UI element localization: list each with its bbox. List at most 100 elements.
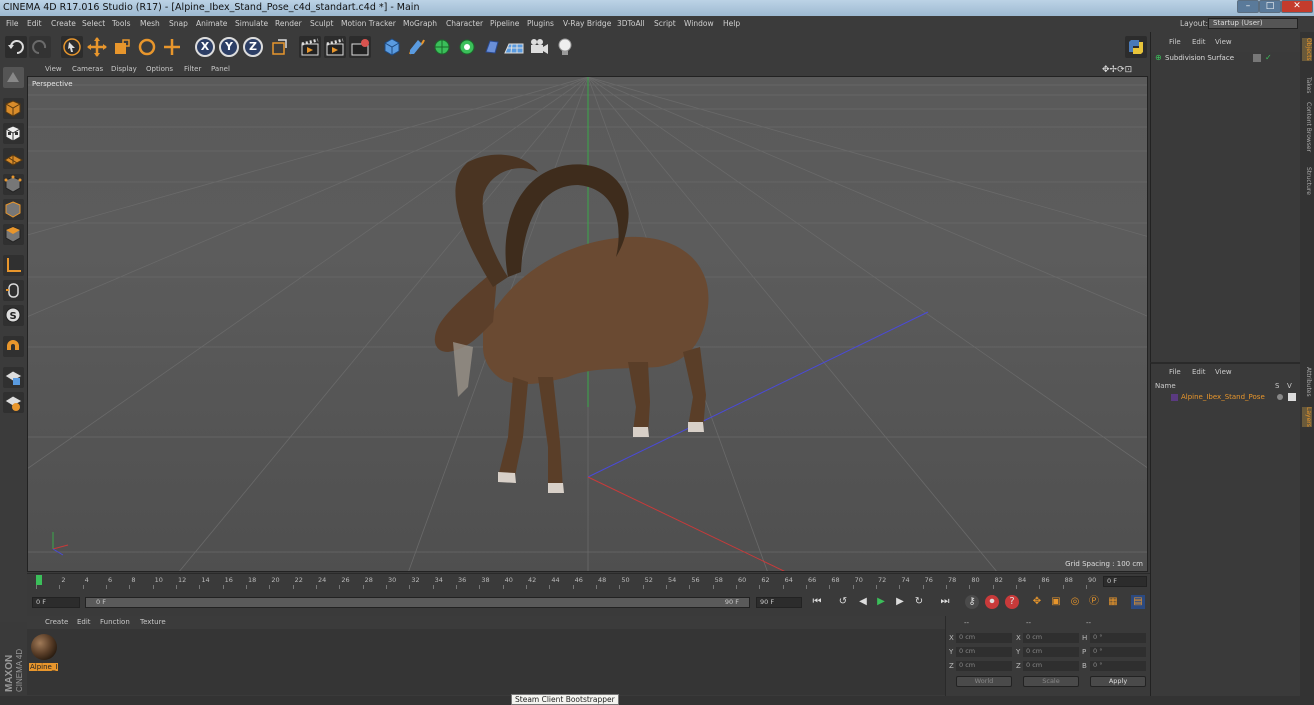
material-menu-edit[interactable]: Edit [77,618,91,626]
layer-row[interactable]: Alpine_Ibex_Stand_Pose [1151,392,1301,403]
polygons-mode-button[interactable] [3,224,24,245]
minimize-button[interactable]: – [1237,0,1259,13]
menu-pipeline[interactable]: Pipeline [490,19,519,28]
object-enabled-check-icon[interactable]: ✓ [1265,53,1272,62]
tweak-mode-button[interactable] [3,280,24,301]
transform-tool-button[interactable] [161,36,183,58]
workplane-mode-button[interactable] [3,148,24,169]
rotation-b-field[interactable]: 0 ° [1090,661,1146,671]
size-x-field[interactable]: 0 cm [1023,633,1079,643]
keyframe-selection-button[interactable]: ⚷ [965,595,979,609]
camera-button[interactable] [528,36,550,58]
redo-button[interactable] [29,36,51,58]
light-button[interactable] [554,36,576,58]
layer-menu-file[interactable]: File [1169,368,1181,376]
menu-script[interactable]: Script [654,19,676,28]
viewport-menu-panel[interactable]: Panel [211,65,230,73]
position-z-field[interactable]: 0 cm [956,661,1012,671]
next-frame-button[interactable]: ▶ [893,595,907,609]
side-tab-attributes[interactable]: Attributes [1302,367,1312,397]
next-key-button[interactable]: ↻ [912,595,926,609]
menu-mesh[interactable]: Mesh [140,19,160,28]
menu-create[interactable]: Create [51,19,76,28]
menu-snap[interactable]: Snap [169,19,188,28]
render-settings-button[interactable] [349,36,371,58]
position-x-field[interactable]: 0 cm [956,633,1012,643]
coordinate-space-select[interactable]: World [956,676,1012,687]
move-tool-button[interactable] [86,36,108,58]
object-visibility-icon[interactable] [1253,54,1261,62]
layer-visible-icon[interactable] [1288,393,1296,401]
size-z-field[interactable]: 0 cm [1023,661,1079,671]
layer-solo-icon[interactable] [1277,394,1283,400]
layer-menu-edit[interactable]: Edit [1192,368,1206,376]
axis-x-lock[interactable]: X [195,37,215,57]
side-tab-content-browser[interactable]: Content Browser [1302,102,1312,152]
menu-3dtoall[interactable]: 3DToAll [617,19,645,28]
workplane-settings-button[interactable] [3,392,24,413]
object-menu-view[interactable]: View [1215,38,1232,46]
viewport-perspective[interactable]: Perspective Grid Spacing : 100 cm [27,76,1148,572]
menu-vray-bridge[interactable]: V-Ray Bridge [563,19,611,28]
key-position-button[interactable]: ✥ [1030,595,1044,609]
menu-mograph[interactable]: MoGraph [403,19,437,28]
viewport-menu-display[interactable]: Display [111,65,137,73]
axis-mode-button[interactable] [3,255,24,276]
texture-mode-button[interactable] [3,123,24,144]
maximize-button[interactable]: □ [1259,0,1281,13]
object-menu-file[interactable]: File [1169,38,1181,46]
previous-frame-button[interactable]: ◀ [856,595,870,609]
rotate-tool-button[interactable] [136,36,158,58]
subdivision-surface-button[interactable] [431,36,453,58]
array-button[interactable] [456,36,478,58]
menu-render[interactable]: Render [275,19,302,28]
side-tab-structure[interactable]: Structure [1302,167,1312,195]
soft-selection-button[interactable] [3,336,24,357]
side-tab-objects[interactable]: Objects [1302,38,1312,61]
lock-workplane-button[interactable] [3,367,24,388]
python-button[interactable] [1125,36,1147,58]
make-editable-button[interactable] [3,67,24,88]
deformer-button[interactable] [481,36,503,58]
menu-tools[interactable]: Tools [112,19,130,28]
render-picture-viewer-button[interactable] [324,36,346,58]
menu-sculpt[interactable]: Sculpt [310,19,333,28]
timeline-window-button[interactable]: ▤ [1131,595,1145,609]
axis-z-lock[interactable]: Z [243,37,263,57]
undo-button[interactable] [5,36,27,58]
scale-tool-button[interactable] [111,36,133,58]
menu-window[interactable]: Window [684,19,714,28]
floor-button[interactable] [503,36,525,58]
viewport-menu-options[interactable]: Options [146,65,173,73]
live-selection-button[interactable] [61,36,83,58]
autokey-button[interactable]: ? [1005,595,1019,609]
viewport-menu-filter[interactable]: Filter [184,65,201,73]
points-mode-button[interactable] [3,174,24,195]
size-mode-select[interactable]: Scale [1023,676,1079,687]
rotation-h-field[interactable]: 0 ° [1090,633,1146,643]
spline-pen-button[interactable] [406,36,428,58]
cube-object-button[interactable] [381,36,403,58]
coordinate-system-button[interactable] [268,36,290,58]
menu-help[interactable]: Help [723,19,740,28]
viewport-nav-icons[interactable]: ✥✢⟳⊡ [1102,65,1132,75]
material-menu-texture[interactable]: Texture [140,618,166,626]
key-scale-button[interactable]: ▣ [1049,595,1063,609]
close-button[interactable]: ✕ [1281,0,1313,13]
object-menu-edit[interactable]: Edit [1192,38,1206,46]
current-frame-field[interactable]: 0 F [1103,576,1147,587]
menu-character[interactable]: Character [446,19,483,28]
menu-motion-tracker[interactable]: Motion Tracker [341,19,396,28]
previous-key-button[interactable]: ↺ [836,595,850,609]
play-button[interactable]: ▶ [874,595,888,609]
timeline-ruler[interactable]: 0246810121416182022242628303234363840424… [27,573,1150,589]
layer-menu-view[interactable]: View [1215,368,1232,376]
material-menu-create[interactable]: Create [45,618,68,626]
viewport-menu-cameras[interactable]: Cameras [72,65,103,73]
end-frame-field[interactable]: 90 F [756,597,802,608]
rotation-p-field[interactable]: 0 ° [1090,647,1146,657]
side-tab-layers[interactable]: Layers [1302,407,1312,427]
render-view-button[interactable] [299,36,321,58]
apply-button[interactable]: Apply [1090,676,1146,687]
size-y-field[interactable]: 0 cm [1023,647,1079,657]
